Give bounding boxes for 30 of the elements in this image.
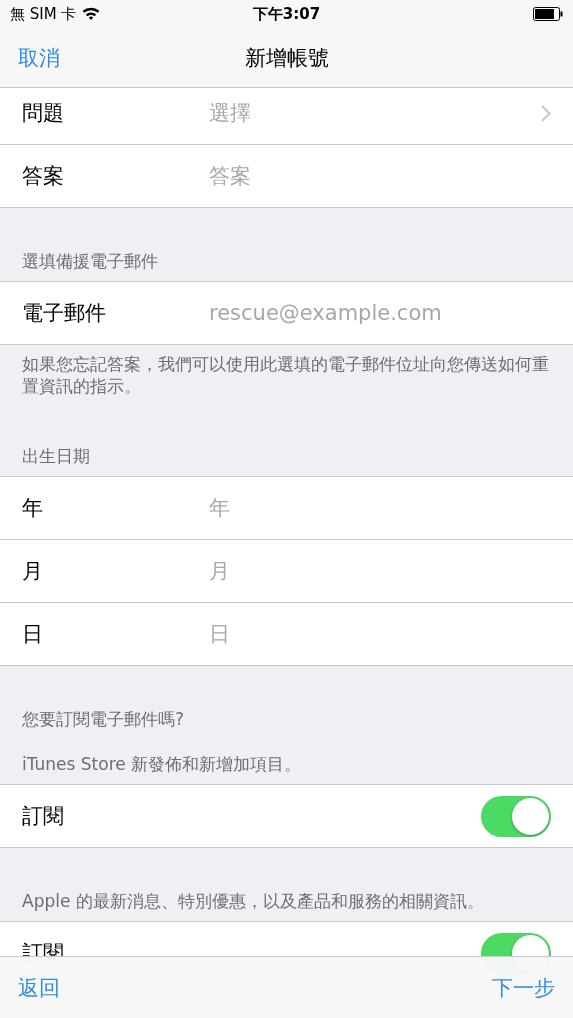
field-label: 日: [22, 621, 44, 649]
input-field[interactable]: rescue@example.com: [209, 301, 551, 325]
field-label: 電子郵件: [22, 300, 107, 327]
input-field[interactable]: 答案: [209, 164, 551, 188]
field-label: 問題: [22, 100, 65, 127]
section-header: 您要訂閱電子郵件嗎?: [21, 708, 186, 732]
question-picker[interactable]: 選擇: [209, 99, 551, 127]
next-button[interactable]: 下一步: [492, 973, 555, 1002]
section-header: 出生日期: [21, 445, 91, 469]
input-field[interactable]: 年: [209, 496, 551, 521]
status-time: 下午3:07: [252, 4, 321, 24]
field-label: 月: [22, 558, 44, 586]
field-label: 答案: [22, 163, 65, 190]
section-footer: 如果您忘記答案，我們可以使用此選填的電子郵件位址向您傳送如何重置資訊的指示。: [0, 345, 573, 404]
toggle-switch[interactable]: [481, 795, 551, 837]
section-header: 選填備援電子郵件: [21, 250, 159, 273]
chevron-right-icon: [541, 104, 551, 122]
section-header: Apple 的最新消息、特別優惠，以及產品和服務的相關資訊。: [21, 890, 485, 914]
carrier-label: 無 SIM 卡: [10, 4, 77, 24]
section-header: iTunes Store 新發佈和新增加項目。: [21, 753, 303, 777]
wifi-icon: [82, 7, 101, 21]
nav-title: 新增帳號: [244, 44, 329, 72]
field-label: 年: [22, 495, 44, 523]
battery-icon: [533, 7, 563, 21]
cancel-button[interactable]: 取消: [18, 43, 60, 72]
input-field[interactable]: 月: [209, 559, 551, 584]
field-label: 訂閱: [22, 940, 65, 968]
input-field[interactable]: 日: [209, 622, 551, 647]
back-button[interactable]: 返回: [18, 973, 60, 1002]
field-label: 訂閱: [22, 803, 65, 831]
